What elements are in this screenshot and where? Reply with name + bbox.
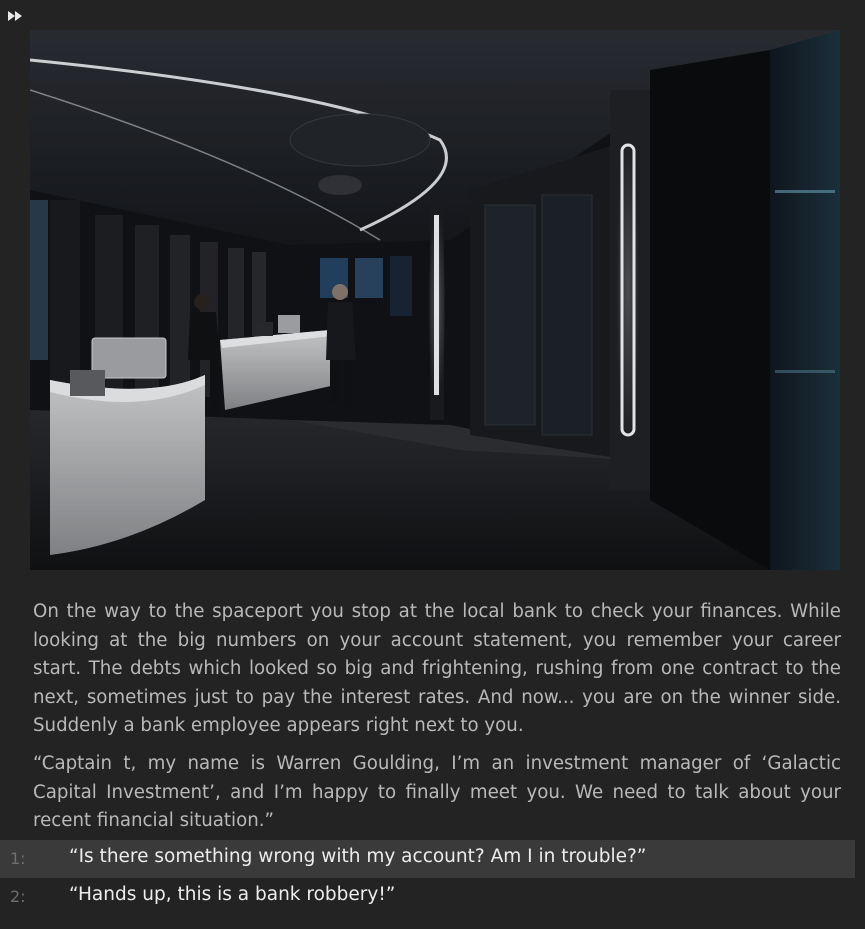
choice-option-1[interactable]: 1: “Is there something wrong with my acc… [0,840,855,878]
fast-forward-icon [8,11,22,21]
choice-option-2[interactable]: 2: “Hands up, this is a bank robbery!” [0,878,855,916]
dialogue-choices: 1: “Is there something wrong with my acc… [0,840,855,916]
choice-number: 2: [10,887,26,906]
scene-image [30,30,840,570]
narration-paragraph: “Captain t, my name is Warren Goulding, … [33,752,841,832]
skip-button[interactable] [6,8,24,22]
choice-number: 1: [10,849,26,868]
choice-text: “Is there something wrong with my accoun… [69,846,647,867]
choice-text: “Hands up, this is a bank robbery!” [69,884,396,905]
narration-paragraph: On the way to the spaceport you stop at … [33,601,841,737]
narration-text: On the way to the spaceport you stop at … [33,598,841,845]
